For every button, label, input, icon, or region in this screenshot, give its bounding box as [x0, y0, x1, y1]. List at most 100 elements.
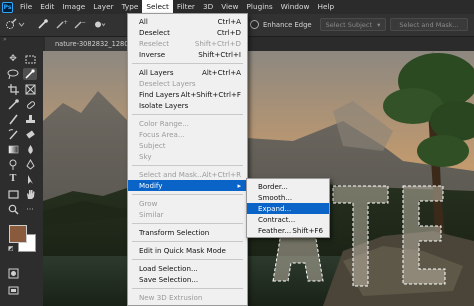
menu-item-label: Color Range... [139, 119, 190, 128]
menu-separator [132, 223, 243, 224]
menu-item-label: All Layers [139, 68, 174, 77]
zoom-tool-icon[interactable] [6, 203, 20, 215]
blur-tool-icon[interactable] [23, 143, 37, 155]
svg-text:+: + [63, 19, 68, 26]
menu-item-expand[interactable]: Expand... [247, 203, 329, 214]
quick-selection-tool-icon[interactable] [23, 68, 37, 80]
quick-mask-icon[interactable] [6, 267, 20, 279]
menu-item-label: Inverse [139, 50, 166, 59]
move-tool-icon[interactable]: ✥ [6, 53, 20, 65]
document-tab[interactable]: nature-3082832_1280.jpg [45, 37, 129, 51]
select-and-mask-button[interactable]: Select and Mask... [390, 18, 468, 31]
lasso-tool-icon[interactable] [6, 68, 20, 80]
eraser-tool-icon[interactable] [23, 128, 37, 140]
collapse-panel-icon[interactable]: » [0, 37, 46, 43]
brush-tool-icon[interactable] [6, 113, 20, 125]
pen-tool-icon[interactable] [23, 158, 37, 170]
menu-edit[interactable]: Edit [36, 0, 58, 14]
path-selection-icon[interactable] [23, 173, 37, 185]
menu-item-shortcut: Shift+Ctrl+D [194, 39, 241, 48]
menu-select[interactable]: Select [142, 0, 173, 14]
select-menu: All Ctrl+A Deselect Ctrl+D Reselect Shift+C… [127, 13, 248, 306]
rectangle-tool-icon[interactable] [6, 188, 20, 200]
menu-item-label: Save Selection... [139, 275, 199, 284]
menu-item-label: Focus Area... [139, 130, 185, 139]
photoshop-logo[interactable]: Ps [2, 1, 13, 13]
menu-item-label: Edit in Quick Mask Mode [139, 246, 226, 255]
gradient-tool-icon[interactable] [6, 143, 20, 155]
tool-preset-picker[interactable] [4, 18, 26, 31]
menu-item-modify[interactable]: Modify ▸ [128, 180, 247, 191]
add-to-selection-icon[interactable]: + [54, 18, 68, 31]
menu-window[interactable]: Window [277, 0, 314, 14]
menu-item-deselect-layers[interactable]: Deselect Layers [128, 78, 247, 89]
menu-separator [132, 288, 243, 289]
menu-plugins[interactable]: Plugins [243, 0, 277, 14]
menu-layer[interactable]: Layer [89, 0, 117, 14]
more-tools-icon[interactable]: ··· [23, 203, 37, 215]
menu-item-feather[interactable]: Feather... Shift+F6 [247, 225, 329, 236]
subtract-from-selection-icon[interactable]: − [72, 18, 86, 31]
menu-item-save-selection[interactable]: Save Selection... [128, 274, 247, 285]
menu-item-color-range[interactable]: Color Range... [128, 118, 247, 129]
select-subject-button[interactable]: Select Subject ▾ [320, 18, 386, 31]
enhance-edge-checkbox[interactable]: Enhance Edge [250, 18, 312, 31]
menu-item-load-selection[interactable]: Load Selection... [128, 263, 247, 274]
foreground-color-swatch[interactable] [9, 225, 27, 243]
menu-item-label: Isolate Layers [139, 101, 189, 110]
menu-item-subject[interactable]: Subject [128, 140, 247, 151]
menu-file[interactable]: File [16, 0, 36, 14]
menu-separator [132, 194, 243, 195]
menu-item-all[interactable]: All Ctrl+A [128, 16, 247, 27]
menu-item-find-layers[interactable]: Find Layers Alt+Shift+Ctrl+F [128, 89, 247, 100]
menu-item-similar[interactable]: Similar [128, 209, 247, 220]
menu-filter[interactable]: Filter [173, 0, 199, 14]
menu-item-focus-area[interactable]: Focus Area... [128, 129, 247, 140]
screen-mode-icon[interactable] [6, 284, 20, 296]
menu-item-sky[interactable]: Sky [128, 151, 247, 162]
menu-item-new-3d-extrusion[interactable]: New 3D Extrusion [128, 292, 247, 303]
menu-separator [132, 165, 243, 166]
menu-item-contract[interactable]: Contract... [247, 214, 329, 225]
menu-item-shortcut: Ctrl+D [216, 28, 241, 37]
menu-bar: Ps File Edit Image Layer Type Select Fil… [0, 0, 474, 14]
dodge-tool-icon[interactable] [6, 158, 20, 170]
menu-item-label: Transform Selection [139, 228, 210, 237]
menu-item-shortcut: Alt+Ctrl+R [201, 170, 241, 179]
menu-help[interactable]: Help [313, 0, 338, 14]
menu-item-transform-selection[interactable]: Transform Selection [128, 227, 247, 238]
menu-item-label: Contract... [258, 215, 296, 224]
menu-item-inverse[interactable]: Inverse Shift+Ctrl+I [128, 49, 247, 60]
menu-3d[interactable]: 3D [199, 0, 217, 14]
menu-item-label: Load Selection... [139, 264, 198, 273]
menu-item-smooth[interactable]: Smooth... [247, 192, 329, 203]
menu-type[interactable]: Type [118, 0, 143, 14]
frame-tool-icon[interactable] [23, 83, 37, 95]
menu-item-reselect[interactable]: Reselect Shift+Ctrl+D [128, 38, 247, 49]
brush-options-icon[interactable] [92, 18, 106, 31]
hand-tool-icon[interactable] [23, 188, 37, 200]
menu-image[interactable]: Image [58, 0, 89, 14]
new-selection-icon[interactable] [36, 18, 50, 31]
menu-view[interactable]: View [217, 0, 242, 14]
menu-item-grow[interactable]: Grow [128, 198, 247, 209]
spot-healing-brush-icon[interactable] [23, 98, 37, 110]
history-brush-icon[interactable] [6, 128, 20, 140]
enhance-edge-check-box[interactable] [250, 20, 259, 29]
menu-item-border[interactable]: Border... [247, 181, 329, 192]
menu-item-deselect[interactable]: Deselect Ctrl+D [128, 27, 247, 38]
modify-submenu: Border... Smooth... Expand... Contract..… [246, 178, 330, 238]
menu-item-select-and-mask[interactable]: Select and Mask... Alt+Ctrl+R [128, 169, 247, 180]
eyedropper-tool-icon[interactable] [6, 98, 20, 110]
quick-selection-icon [6, 18, 25, 29]
menu-item-all-layers[interactable]: All Layers Alt+Ctrl+A [128, 67, 247, 78]
marquee-tool-icon[interactable] [23, 53, 37, 65]
menu-item-quick-mask[interactable]: Edit in Quick Mask Mode [128, 245, 247, 256]
crop-tool-icon[interactable] [6, 83, 20, 95]
menu-item-isolate-layers[interactable]: Isolate Layers [128, 100, 247, 111]
clone-stamp-icon[interactable] [23, 113, 37, 125]
default-colors-icon[interactable]: ◩ [8, 245, 14, 252]
document-tab-bar: nature-3082832_1280.jpg [43, 37, 474, 51]
type-tool-icon[interactable]: T [6, 173, 20, 185]
menu-item-label: Modify [139, 181, 163, 190]
